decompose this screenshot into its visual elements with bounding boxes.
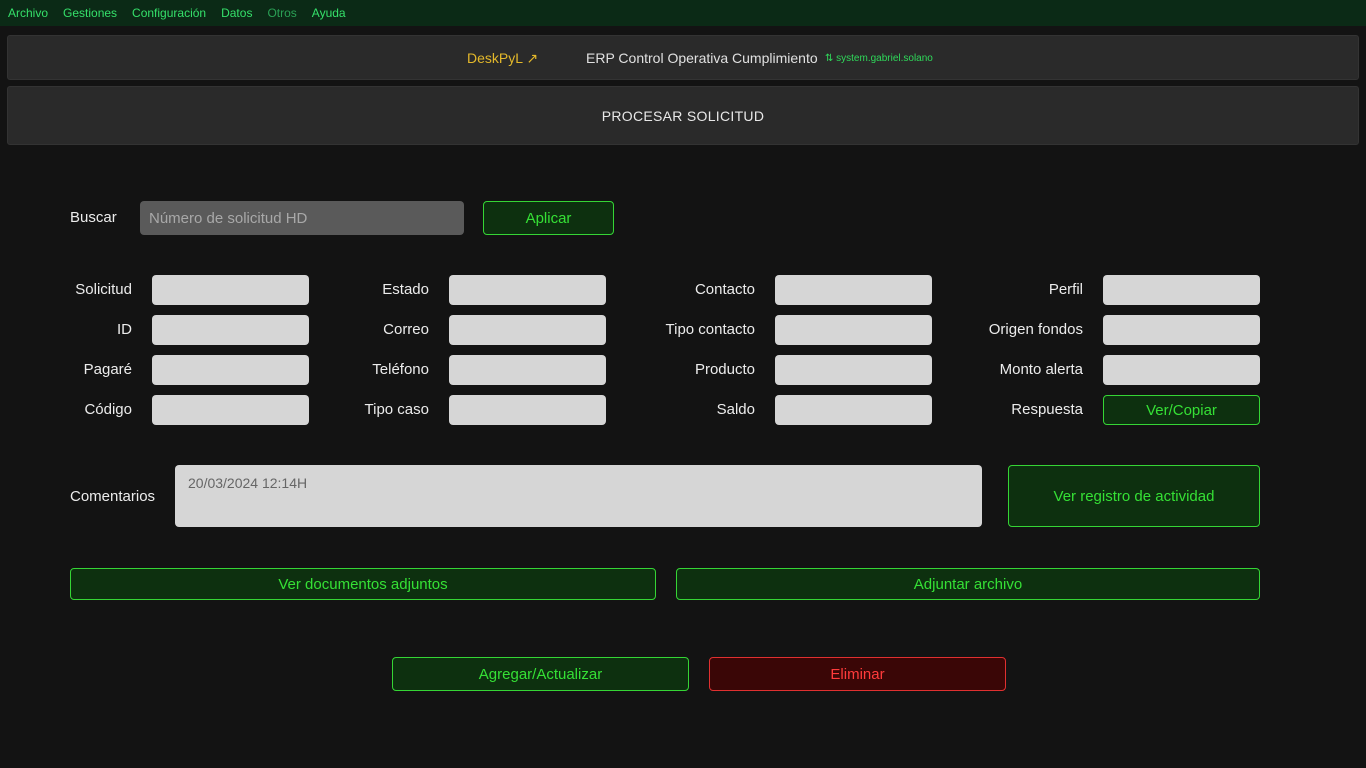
field-label-origen-fondos: Origen fondos — [988, 321, 1083, 338]
telefono-field[interactable] — [449, 355, 606, 385]
add-update-button[interactable]: Agregar/Actualizar — [392, 657, 689, 691]
search-input[interactable] — [140, 201, 464, 235]
field-label-monto-alerta: Monto alerta — [999, 361, 1083, 378]
monto-alerta-field[interactable] — [1103, 355, 1260, 385]
field-label-solicitud: Solicitud — [75, 281, 132, 298]
menu-ayuda[interactable]: Ayuda — [312, 6, 346, 20]
menu-bar: Archivo Gestiones Configuración Datos Ot… — [0, 0, 1366, 26]
menu-otros[interactable]: Otros — [267, 6, 296, 20]
user-indicator: ⇅ system.gabriel.solano — [825, 53, 933, 64]
estado-field[interactable] — [449, 275, 606, 305]
field-label-producto: Producto — [694, 361, 755, 378]
codigo-field[interactable] — [152, 395, 309, 425]
field-label-estado: Estado — [382, 281, 429, 298]
field-label-tipo-contacto: Tipo contacto — [665, 321, 756, 338]
pagare-field[interactable] — [152, 355, 309, 385]
search-label: Buscar — [70, 209, 117, 226]
activity-log-button[interactable]: Ver registro de actividad — [1008, 465, 1260, 527]
menu-gestiones[interactable]: Gestiones — [63, 6, 117, 20]
tipo-caso-field[interactable] — [449, 395, 606, 425]
contacto-field[interactable] — [775, 275, 932, 305]
menu-archivo[interactable]: Archivo — [8, 6, 48, 20]
comments-label: Comentarios — [70, 488, 156, 505]
comments-textarea[interactable]: 20/03/2024 12:14H — [175, 465, 982, 527]
delete-button[interactable]: Eliminar — [709, 657, 1006, 691]
field-label-codigo: Código — [84, 401, 132, 418]
ver-copiar-button[interactable]: Ver/Copiar — [1103, 395, 1260, 425]
field-label-tipo-caso: Tipo caso — [364, 401, 429, 418]
tipo-contacto-field[interactable] — [775, 315, 932, 345]
page-title: PROCESAR SOLICITUD — [601, 107, 765, 124]
field-label-id: ID — [117, 321, 132, 338]
menu-configuracion[interactable]: Configuración — [132, 6, 206, 20]
solicitud-field[interactable] — [152, 275, 309, 305]
field-label-contacto: Contacto — [694, 281, 755, 298]
apply-button[interactable]: Aplicar — [483, 201, 614, 235]
origen-fondos-field[interactable] — [1103, 315, 1260, 345]
attach-file-button[interactable]: Adjuntar archivo — [676, 568, 1260, 600]
saldo-field[interactable] — [775, 395, 932, 425]
field-label-pagare: Pagaré — [83, 361, 132, 378]
page-title-bar: PROCESAR SOLICITUD — [7, 86, 1359, 145]
brand-link[interactable]: DeskPyL ↗ — [467, 50, 538, 67]
field-label-correo: Correo — [383, 321, 429, 338]
field-label-telefono: Teléfono — [372, 361, 429, 378]
field-label-perfil: Perfil — [1048, 281, 1083, 298]
perfil-field[interactable] — [1103, 275, 1260, 305]
id-field[interactable] — [152, 315, 309, 345]
field-label-saldo: Saldo — [716, 401, 755, 418]
menu-datos[interactable]: Datos — [221, 6, 252, 20]
view-attachments-button[interactable]: Ver documentos adjuntos — [70, 568, 656, 600]
app-title: ERP Control Operativa Cumplimiento — [586, 50, 818, 66]
producto-field[interactable] — [775, 355, 932, 385]
app-header: DeskPyL ↗ ERP Control Operativa Cumplimi… — [7, 35, 1359, 80]
correo-field[interactable] — [449, 315, 606, 345]
field-label-respuesta: Respuesta — [1011, 401, 1083, 418]
